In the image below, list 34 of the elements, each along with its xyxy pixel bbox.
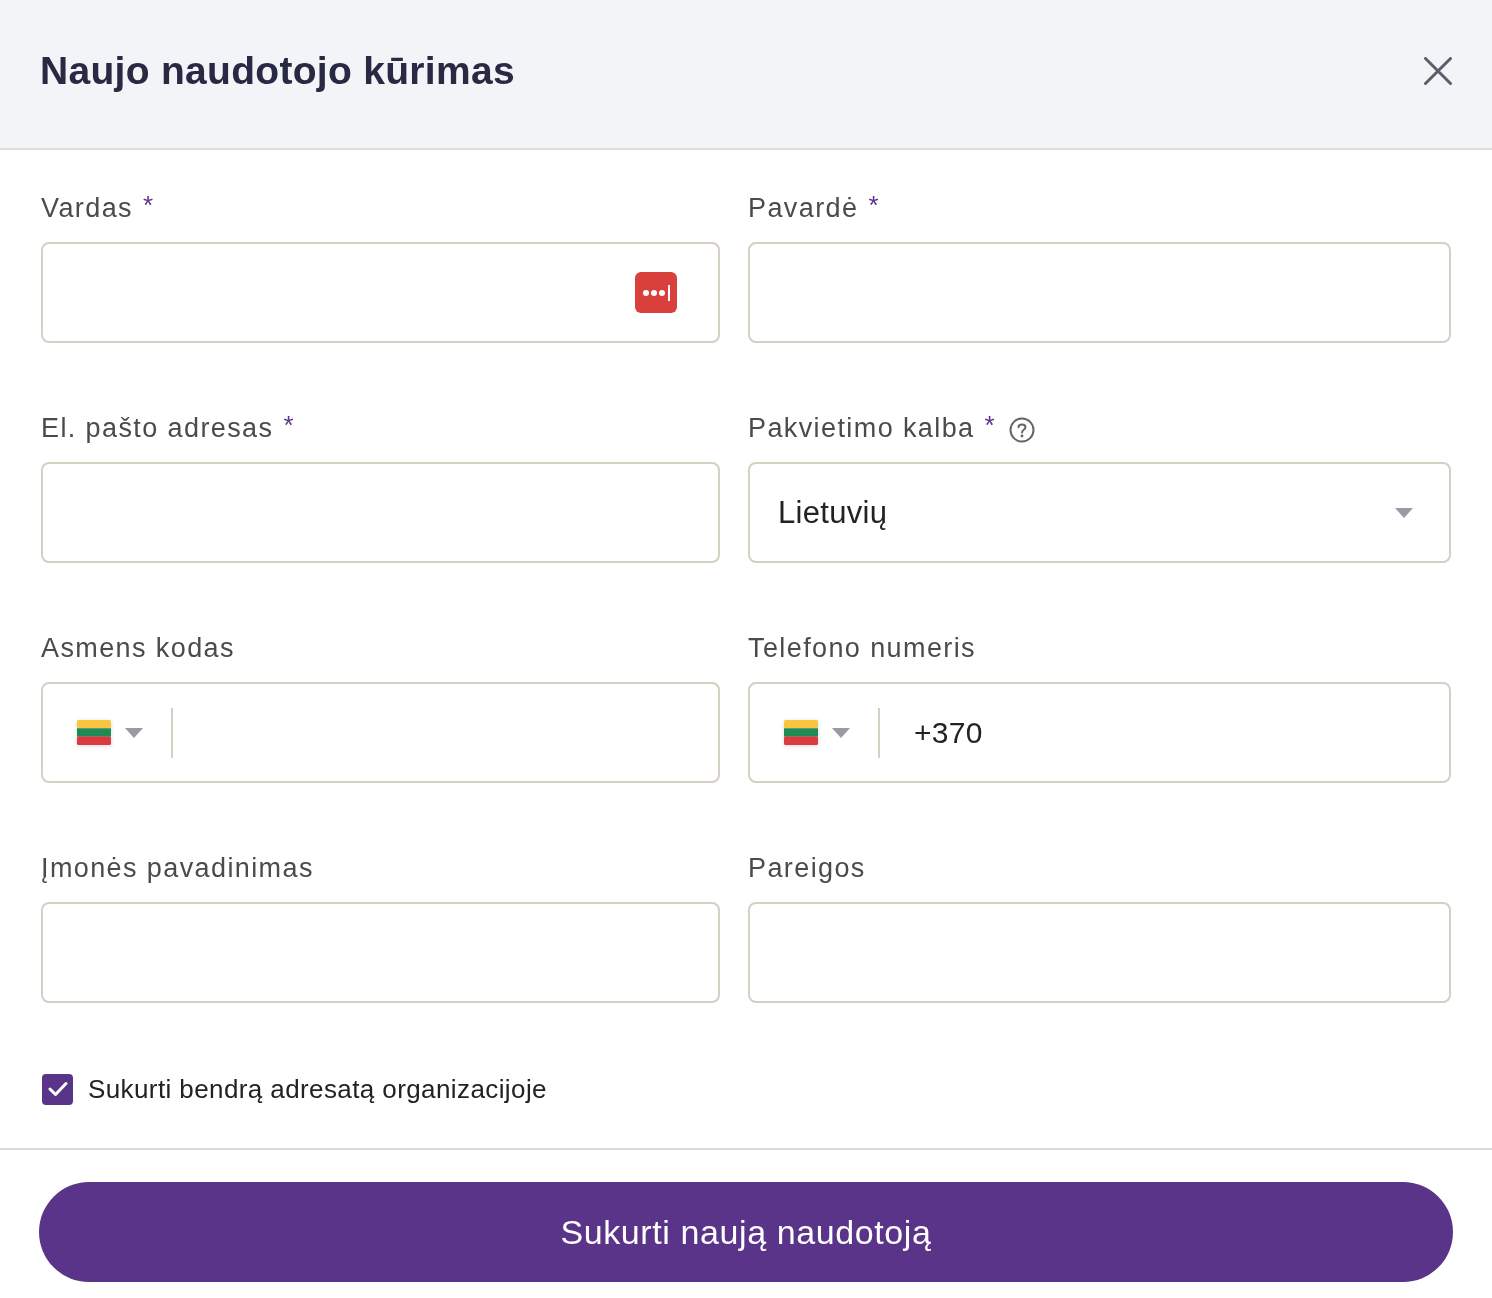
field-label: Telefono numeris <box>748 632 976 664</box>
field-label: Vardas <box>41 192 133 224</box>
required-mark: * <box>868 189 879 221</box>
password-manager-icon[interactable] <box>635 272 677 313</box>
field-label: Pakvietimo kalba <box>748 412 975 444</box>
text-input[interactable] <box>748 242 1451 343</box>
field-label: Asmens kodas <box>41 632 235 664</box>
language-select[interactable]: Lietuvių <box>748 462 1451 563</box>
text-input[interactable] <box>748 902 1451 1003</box>
field-label: Įmonės pavadinimas <box>41 852 314 884</box>
submit-button[interactable]: Sukurti naują naudotoją <box>39 1182 1453 1282</box>
check-icon <box>47 1081 68 1097</box>
text-input[interactable] <box>41 902 720 1003</box>
required-mark: * <box>142 189 154 221</box>
phone-field[interactable]: +370 <box>748 682 1451 783</box>
checkbox[interactable] <box>42 1073 73 1105</box>
field-label: El. pašto adresas <box>41 412 274 444</box>
dialog-title: Naujo naudotojo kūrimas <box>40 49 515 93</box>
required-mark: * <box>984 409 995 441</box>
required-mark: * <box>283 409 294 441</box>
text-input[interactable] <box>41 462 720 563</box>
text-input[interactable] <box>41 242 720 343</box>
field-label: Pareigos <box>748 852 866 884</box>
caret-icon <box>125 727 143 738</box>
number-input[interactable]: +370 <box>914 712 1421 753</box>
field-label: Pavardė <box>748 192 859 224</box>
caret-icon <box>832 727 850 738</box>
checkbox-label: Sukurti bendrą adresatą organizacijoje <box>88 1073 547 1105</box>
close-icon <box>1424 57 1452 85</box>
help-icon[interactable] <box>1008 417 1035 443</box>
caret-icon <box>1395 507 1413 518</box>
phone-field[interactable] <box>41 682 720 783</box>
flag-icon <box>784 720 818 745</box>
flag-icon <box>77 720 111 745</box>
